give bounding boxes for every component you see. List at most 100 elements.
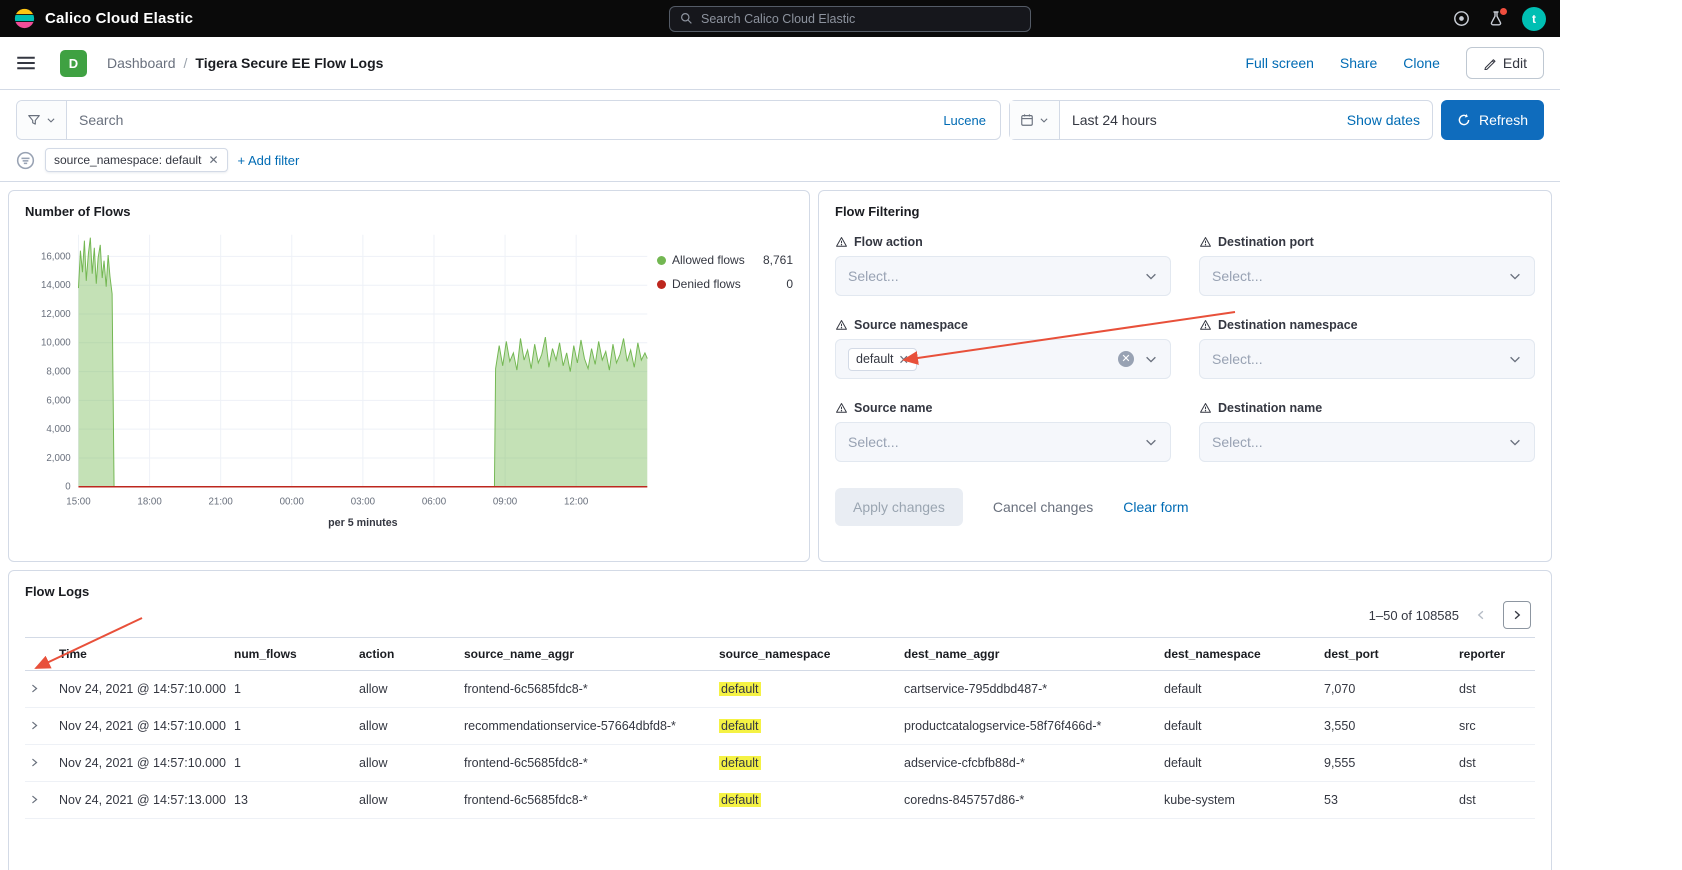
full-screen-link[interactable]: Full screen xyxy=(1245,55,1313,71)
breadcrumb-dashboard[interactable]: Dashboard xyxy=(107,55,176,71)
menu-icon[interactable] xyxy=(16,53,36,73)
apply-changes-button[interactable]: Apply changes xyxy=(835,488,963,526)
refresh-button-label: Refresh xyxy=(1479,112,1528,128)
column-header-source_namespace[interactable]: source_namespace xyxy=(711,638,896,671)
calendar-icon xyxy=(1020,113,1034,127)
select-placeholder: Select... xyxy=(1212,268,1263,284)
warning-icon xyxy=(835,319,848,331)
warning-icon xyxy=(835,236,848,248)
show-dates-button[interactable]: Show dates xyxy=(1347,112,1432,128)
legend-label: Denied flows xyxy=(672,277,741,291)
column-header-dest_name_aggr[interactable]: dest_name_aggr xyxy=(896,638,1156,671)
table-cell: 7,070 xyxy=(1316,671,1451,708)
flow-logs-panel: Flow Logs 1–50 of 108585 Timenum_flowsac… xyxy=(8,570,1552,870)
table-cell: allow xyxy=(351,708,456,745)
column-header-dest_port[interactable]: dest_port xyxy=(1316,638,1451,671)
edit-button[interactable]: Edit xyxy=(1466,47,1544,79)
filter-bar: source_namespace: default ✕ + Add filter xyxy=(0,140,1560,182)
table-row: Nov 24, 2021 @ 14:57:13.00013allowfronte… xyxy=(25,782,1535,819)
filter-pill-source-namespace[interactable]: source_namespace: default ✕ xyxy=(45,148,228,172)
newsfeed-icon[interactable] xyxy=(1488,10,1504,27)
legend-item-denied[interactable]: Denied flows 0 xyxy=(657,277,793,291)
saved-query-icon xyxy=(27,113,41,127)
field-flow-action: Flow action Select... xyxy=(835,235,1171,296)
token-remove-icon[interactable]: ✕ xyxy=(899,352,909,367)
svg-text:10,000: 10,000 xyxy=(41,338,71,349)
date-picker: Last 24 hours Show dates xyxy=(1009,100,1433,140)
table-cell: dst xyxy=(1451,745,1535,782)
elastic-logo[interactable] xyxy=(14,8,35,29)
notification-dot xyxy=(1500,8,1507,15)
refresh-icon xyxy=(1457,113,1471,127)
next-page-button[interactable] xyxy=(1503,601,1531,629)
column-header-action[interactable]: action xyxy=(351,638,456,671)
table-cell: cartservice-795ddbd487-* xyxy=(896,671,1156,708)
dashboard-header-bar: D Dashboard / Tigera Secure EE Flow Logs… xyxy=(0,37,1560,90)
row-expand-button[interactable] xyxy=(27,755,42,770)
clear-form-button[interactable]: Clear form xyxy=(1123,499,1188,515)
flows-panel-title: Number of Flows xyxy=(25,204,793,219)
date-picker-menu-button[interactable] xyxy=(1010,101,1060,139)
field-destination-port: Destination port Select... xyxy=(1199,235,1535,296)
column-header-reporter[interactable]: reporter xyxy=(1451,638,1535,671)
legend-item-allowed[interactable]: Allowed flows 8,761 xyxy=(657,253,793,267)
table-cell: src xyxy=(1451,708,1535,745)
legend-value: 8,761 xyxy=(763,253,793,267)
flows-chart-wrap: 02,0004,0006,0008,00010,00012,00014,0001… xyxy=(25,223,657,538)
filter-set-menu-icon[interactable] xyxy=(16,151,35,170)
previous-page-icon[interactable] xyxy=(1471,605,1491,625)
source-namespace-combobox[interactable]: default ✕ ✕ xyxy=(835,339,1171,379)
clear-selection-icon[interactable]: ✕ xyxy=(1118,351,1134,367)
table-cell: Nov 24, 2021 @ 14:57:10.000 xyxy=(51,708,226,745)
denied-flows-dot xyxy=(657,280,666,289)
flow-logs-title: Flow Logs xyxy=(25,584,1535,599)
column-header-Time[interactable]: Time xyxy=(51,638,226,671)
destination-port-select[interactable]: Select... xyxy=(1199,256,1535,296)
share-link[interactable]: Share xyxy=(1340,55,1377,71)
query-language-button[interactable]: Lucene xyxy=(943,113,1000,128)
flow-action-select[interactable]: Select... xyxy=(835,256,1171,296)
source-name-select[interactable]: Select... xyxy=(835,422,1171,462)
warning-icon xyxy=(1199,319,1212,331)
top-icons: t xyxy=(1426,7,1546,31)
table-cell: coredns-845757d86-* xyxy=(896,782,1156,819)
namespace-token[interactable]: default ✕ xyxy=(848,348,917,371)
flow-logs-body: Nov 24, 2021 @ 14:57:10.0001allowfronten… xyxy=(25,671,1535,819)
table-cell: 3,550 xyxy=(1316,708,1451,745)
table-cell: productcatalogservice-58f76f466d-* xyxy=(896,708,1156,745)
query-input[interactable]: Search xyxy=(67,112,943,128)
svg-text:03:00: 03:00 xyxy=(351,496,376,507)
global-search-box[interactable]: Search Calico Cloud Elastic xyxy=(669,6,1031,32)
global-search-wrap: Search Calico Cloud Elastic xyxy=(274,6,1426,32)
table-cell: kube-system xyxy=(1156,782,1316,819)
query-search-box[interactable]: Search Lucene xyxy=(16,100,1001,140)
refresh-button[interactable]: Refresh xyxy=(1441,100,1544,140)
row-expand-button[interactable] xyxy=(27,681,42,696)
destination-name-select[interactable]: Select... xyxy=(1199,422,1535,462)
svg-text:18:00: 18:00 xyxy=(137,496,162,507)
time-range-value[interactable]: Last 24 hours xyxy=(1060,112,1347,128)
filter-remove-icon[interactable]: ✕ xyxy=(208,153,218,167)
column-header-dest_namespace[interactable]: dest_namespace xyxy=(1156,638,1316,671)
svg-text:12,000: 12,000 xyxy=(41,309,71,320)
destination-namespace-select[interactable]: Select... xyxy=(1199,339,1535,379)
select-placeholder: Select... xyxy=(848,268,899,284)
edit-button-label: Edit xyxy=(1503,55,1527,71)
row-expand-button[interactable] xyxy=(27,792,42,807)
table-row: Nov 24, 2021 @ 14:57:10.0001allowfronten… xyxy=(25,671,1535,708)
row-expand-button[interactable] xyxy=(27,718,42,733)
user-avatar[interactable]: t xyxy=(1522,7,1546,31)
table-cell: default xyxy=(1156,745,1316,782)
cancel-changes-button[interactable]: Cancel changes xyxy=(993,499,1093,515)
table-cell: dst xyxy=(1451,671,1535,708)
field-source-name: Source name Select... xyxy=(835,401,1171,462)
column-header-source_name_aggr[interactable]: source_name_aggr xyxy=(456,638,711,671)
header-actions: Full screen Share Clone Edit xyxy=(1245,47,1544,79)
clone-link[interactable]: Clone xyxy=(1403,55,1440,71)
chevron-down-icon xyxy=(46,115,56,125)
table-cell: Nov 24, 2021 @ 14:57:10.000 xyxy=(51,671,226,708)
cloud-icon[interactable] xyxy=(1453,10,1470,27)
add-filter-button[interactable]: + Add filter xyxy=(238,153,300,168)
column-header-num_flows[interactable]: num_flows xyxy=(226,638,351,671)
saved-query-menu-button[interactable] xyxy=(17,101,67,139)
